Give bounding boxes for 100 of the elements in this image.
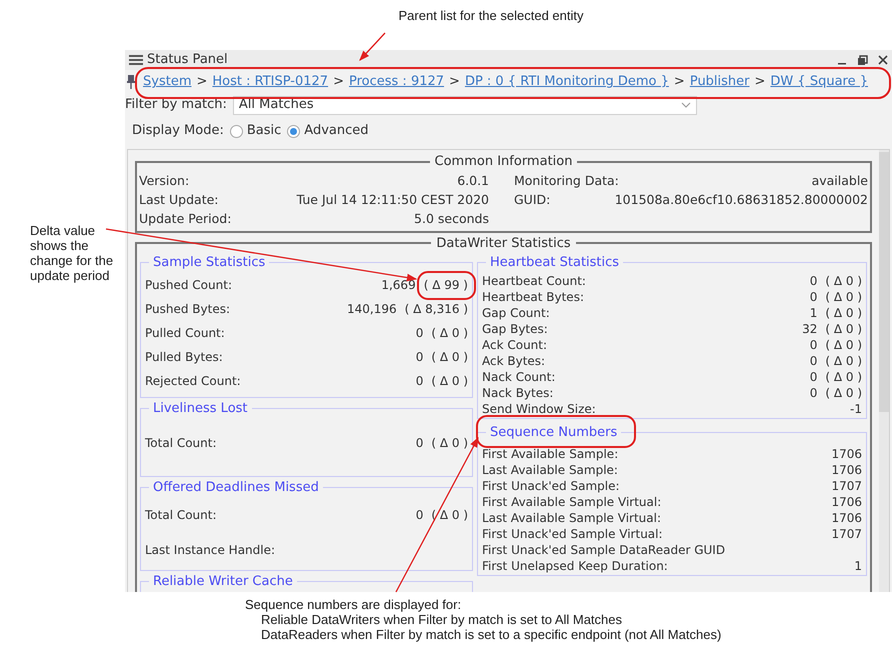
- annotation-text: Reliable DataWriters when Filter by match is set to All Matches: [260, 612, 624, 627]
- stat-label: Pushed Count:: [145, 276, 232, 294]
- stat-label: Ack Bytes:: [482, 352, 546, 370]
- close-icon[interactable]: [878, 55, 888, 65]
- stat-label: First Unack'ed Sample:: [482, 478, 620, 495]
- scrollbar-thumb[interactable]: [879, 152, 889, 412]
- stat-value: 1,669: [381, 276, 416, 294]
- breadcrumb-link[interactable]: System: [143, 72, 192, 92]
- stat-label: Gap Bytes:: [482, 320, 548, 338]
- filter-label: Filter by match:: [125, 96, 227, 114]
- stat-label: Heartbeat Count:: [482, 272, 586, 290]
- delta-value: ( Δ 0 ): [825, 320, 862, 338]
- delta-value: ( Δ 0 ): [431, 507, 468, 524]
- stat-value: 1706: [831, 446, 862, 463]
- group-title: Heartbeat Statistics: [490, 255, 620, 270]
- stat-label: First Unack'ed Sample Virtual:: [482, 526, 663, 543]
- breadcrumb-separator: >: [333, 73, 344, 92]
- stat-label: Monitoring Data:: [514, 172, 619, 190]
- stat-value: 0: [416, 324, 424, 342]
- stat-label: Last Available Sample Virtual:: [482, 510, 662, 527]
- delta-value: ( Δ 0 ): [825, 272, 862, 290]
- highlight-outline: [417, 271, 476, 300]
- stat-label: Rejected Count:: [145, 372, 241, 390]
- breadcrumb-link[interactable]: DP : 0 { RTI Monitoring Demo }: [464, 72, 669, 92]
- window-title: Status Panel: [147, 51, 229, 70]
- stat-label: First Available Sample Virtual:: [482, 494, 662, 511]
- stat-value: 0: [416, 348, 424, 366]
- stat-value: 1: [810, 304, 818, 322]
- breadcrumb-link[interactable]: Publisher: [690, 72, 750, 92]
- group-title: Sequence Numbers: [490, 424, 618, 440]
- breadcrumb-link[interactable]: Process : 9127: [348, 72, 444, 92]
- stat-value: Tue Jul 14 12:11:50 CEST 2020: [296, 190, 489, 209]
- stat-value: 0: [416, 507, 424, 524]
- delta-value: ( Δ 99 ): [424, 276, 468, 294]
- stat-label: First Available Sample:: [482, 446, 618, 463]
- display-mode-label: Display Mode:: [132, 122, 224, 140]
- radio-option[interactable]: Basic: [230, 121, 282, 141]
- stat-label: Nack Count:: [482, 368, 556, 386]
- delta-value: ( Δ 0 ): [825, 368, 862, 386]
- group-title: Reliable Writer Cache: [153, 574, 293, 588]
- stat-value: 32: [802, 320, 818, 338]
- chevron-down-icon: [680, 102, 691, 108]
- stat-value: 0: [416, 435, 424, 452]
- stat-label: Update Period:: [139, 210, 232, 228]
- stat-label: Heartbeat Bytes:: [482, 288, 584, 306]
- stat-value: 1707: [831, 478, 862, 495]
- stat-value: 0: [810, 384, 818, 402]
- breadcrumb-separator: >: [674, 73, 685, 92]
- stat-label: GUID:: [514, 190, 550, 209]
- delta-value: ( Δ 0 ): [825, 304, 862, 322]
- stat-value: 6.0.1: [457, 172, 489, 190]
- stat-label: Pulled Count:: [145, 324, 225, 342]
- delta-value: ( Δ 0 ): [431, 435, 468, 452]
- stat-label: Version:: [139, 172, 190, 190]
- stat-label: Ack Count:: [482, 336, 548, 354]
- stat-value: 1706: [831, 494, 862, 511]
- stat-value: 0: [810, 352, 818, 370]
- delta-value: ( Δ 0 ): [431, 324, 468, 342]
- radio-button[interactable]: [287, 124, 300, 138]
- section-title: DataWriter Statistics: [435, 234, 572, 252]
- stat-label: Pulled Bytes:: [145, 348, 223, 366]
- delta-value: ( Δ 0 ): [825, 288, 862, 306]
- stat-label: Send Window Size:: [482, 400, 596, 418]
- stat-value: 0: [810, 288, 818, 306]
- breadcrumb-link[interactable]: DW { Square }: [770, 72, 868, 92]
- section-title: Common Information: [434, 153, 574, 171]
- annotation-text: DataReaders when Filter by match is set to a specific endpoint (not All Matches): [260, 627, 722, 642]
- stat-value: available: [812, 172, 868, 190]
- leader-arrow: [359, 32, 386, 61]
- stat-label: First Unack'ed Sample DataReader GUID: [482, 542, 726, 559]
- stat-value: 140,196: [347, 300, 397, 318]
- stat-label: Total Count:: [145, 507, 217, 524]
- group-title: Sample Statistics: [153, 255, 266, 270]
- breadcrumb-link[interactable]: Host : RTISP-0127: [212, 72, 328, 92]
- stat-label: Pushed Bytes:: [145, 300, 230, 318]
- stat-value: 0: [416, 372, 424, 390]
- stat-label: Total Count:: [145, 435, 217, 452]
- stat-label: First Unelapsed Keep Duration:: [482, 558, 668, 575]
- breadcrumb-separator: >: [196, 73, 208, 92]
- radio-option[interactable]: Advanced: [287, 121, 368, 141]
- stat-value: 1706: [831, 462, 862, 479]
- group-title: Offered Deadlines Missed: [153, 480, 319, 495]
- delta-value: ( Δ 0 ): [431, 372, 468, 390]
- stat-label: Last Instance Handle:: [145, 542, 276, 559]
- breadcrumb-separator: >: [754, 73, 766, 92]
- annotation-text: Delta value shows the change for the update period: [30, 223, 114, 283]
- group-title: Liveliness Lost: [153, 400, 248, 416]
- radio-button[interactable]: [230, 124, 243, 138]
- delta-value: ( Δ 0 ): [825, 352, 862, 370]
- stat-value: 1706: [831, 510, 862, 527]
- delta-value: ( Δ 0 ): [825, 336, 862, 354]
- annotation-text: Sequence numbers are displayed for:: [245, 597, 462, 612]
- list-icon: [129, 54, 143, 66]
- stat-value: 0: [810, 272, 818, 290]
- pin-icon[interactable]: [127, 75, 135, 89]
- delta-value: ( Δ 8,316 ): [404, 300, 468, 318]
- restore-icon[interactable]: [857, 54, 868, 66]
- stat-value: -1: [850, 400, 862, 418]
- stat-value: 1707: [831, 526, 862, 543]
- stat-value: 1: [854, 558, 862, 575]
